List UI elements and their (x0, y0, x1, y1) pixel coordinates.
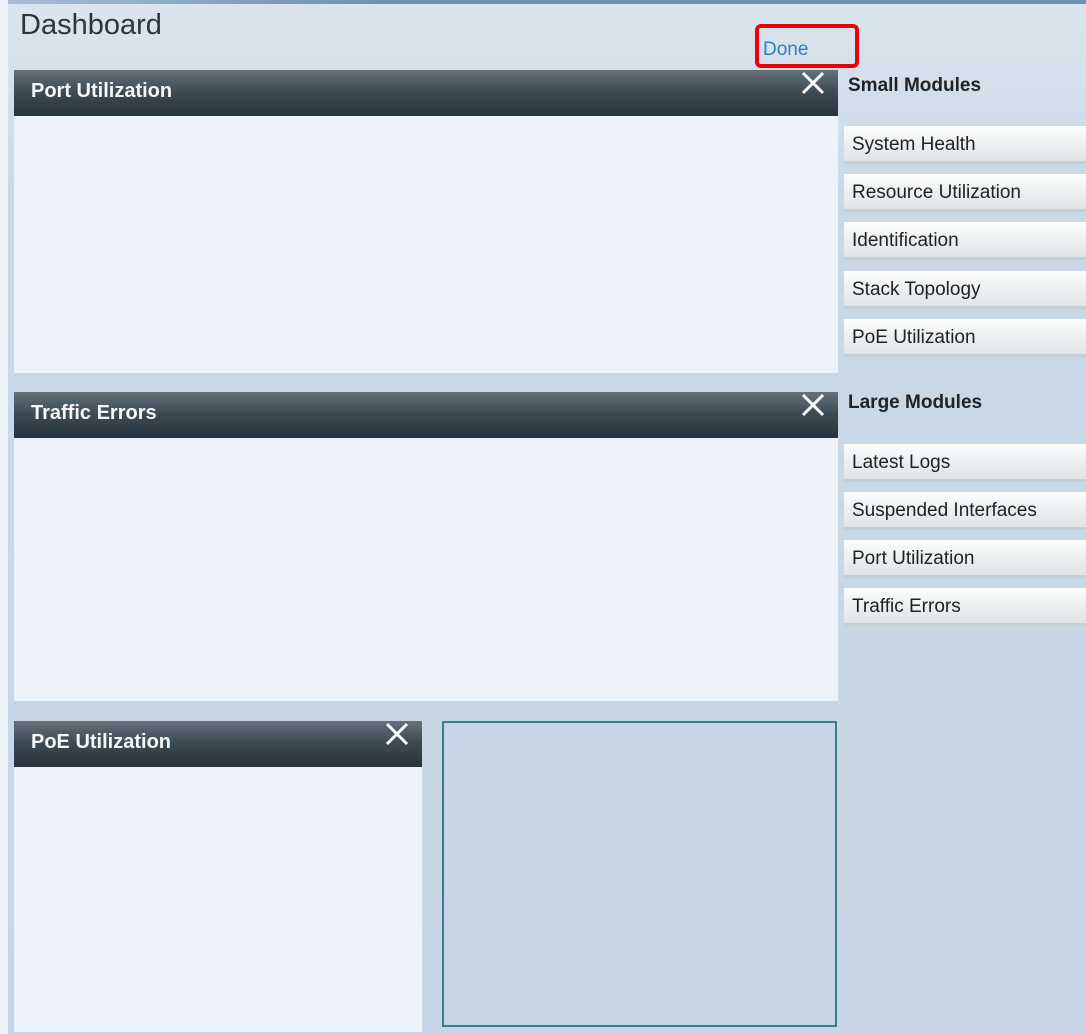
module-drop-placeholder[interactable] (442, 721, 837, 1027)
done-link[interactable]: Done (763, 39, 808, 61)
module-title: PoE Utilization (31, 731, 171, 753)
small-module-stack-topology[interactable]: Stack Topology (844, 271, 1086, 309)
module-title: Port Utilization (31, 80, 173, 102)
large-module-port-utilization[interactable]: Port Utilization (844, 540, 1086, 578)
large-module-latest-logs[interactable]: Latest Logs (844, 444, 1086, 482)
small-module-system-health[interactable]: System Health (844, 126, 1086, 164)
module-header[interactable]: PoE Utilization (14, 721, 422, 767)
module-header[interactable]: Traffic Errors (14, 392, 838, 438)
module-port-utilization: Port Utilization (14, 70, 838, 373)
large-module-traffic-errors[interactable]: Traffic Errors (844, 588, 1086, 626)
module-traffic-errors: Traffic Errors (14, 392, 838, 701)
left-edge (0, 0, 8, 1034)
close-icon[interactable] (800, 392, 826, 418)
small-modules-heading: Small Modules (848, 75, 982, 96)
page-title: Dashboard (20, 9, 162, 41)
close-icon[interactable] (384, 721, 410, 747)
close-icon[interactable] (800, 70, 826, 96)
large-module-suspended-interfaces[interactable]: Suspended Interfaces (844, 492, 1086, 530)
small-module-resource-utilization[interactable]: Resource Utilization (844, 174, 1086, 212)
large-modules-heading: Large Modules (848, 392, 983, 413)
small-module-identification[interactable]: Identification (844, 222, 1086, 260)
module-title: Traffic Errors (31, 402, 157, 424)
top-border-line (0, 0, 1086, 4)
module-header[interactable]: Port Utilization (14, 70, 838, 116)
module-poe-utilization: PoE Utilization (14, 721, 422, 1032)
small-module-poe-utilization[interactable]: PoE Utilization (844, 319, 1086, 357)
